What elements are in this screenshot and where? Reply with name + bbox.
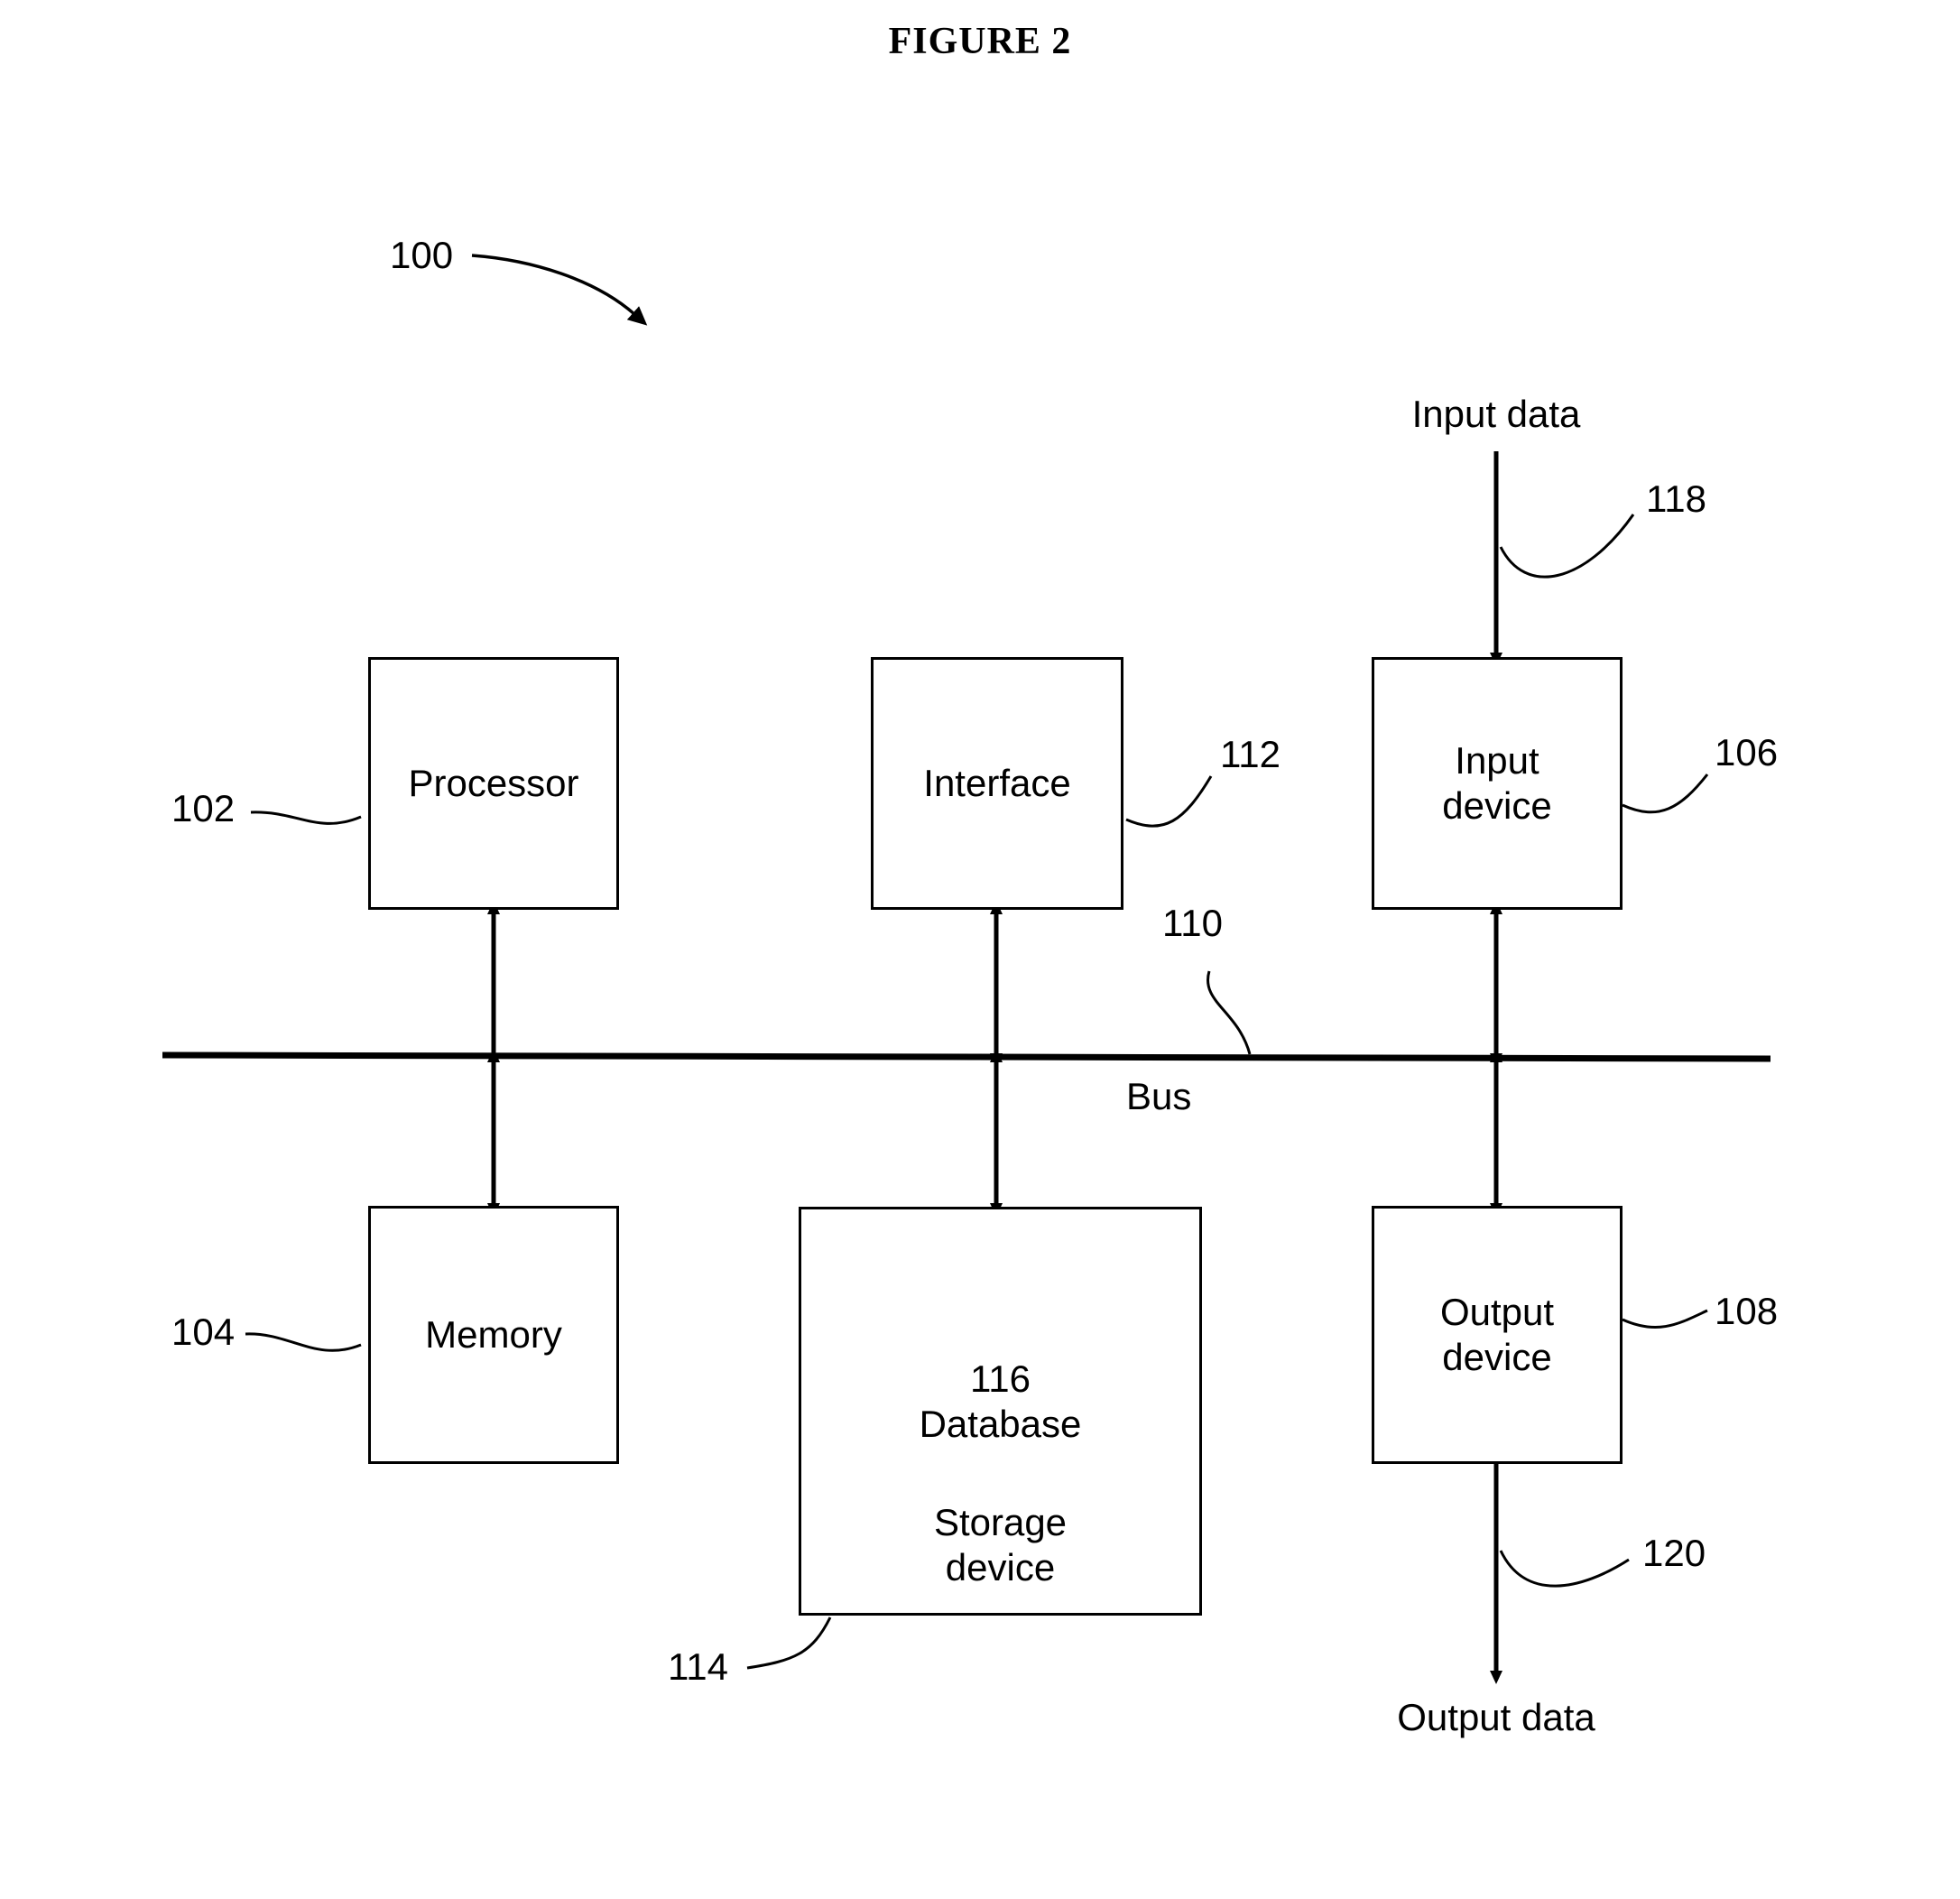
bus-ref-leader — [1207, 970, 1252, 1055]
node-memory-label: Memory — [425, 1313, 562, 1357]
figure-canvas: FIGURE 2 100 Processor 102 Interface 112… — [0, 0, 1960, 1899]
node-output-device[interactable]: Output device — [1372, 1206, 1623, 1464]
node-storage-device[interactable]: 116 Database Storage device — [799, 1207, 1202, 1616]
database-label: 116 Database — [919, 1357, 1082, 1446]
input-data-label: Input data — [1411, 393, 1581, 435]
node-processor[interactable]: Processor — [368, 657, 619, 910]
node-interface-label: Interface — [923, 762, 1071, 805]
bus-line — [162, 1051, 1771, 1062]
node-output-device-label: Output device — [1439, 1291, 1555, 1378]
node-memory[interactable]: Memory — [368, 1206, 619, 1464]
ref-leader-processor — [250, 811, 362, 825]
ref-leader-storage-device — [746, 1616, 832, 1670]
ref-number-input-device: 106 — [1715, 731, 1779, 773]
node-processor-label: Processor — [408, 762, 579, 805]
node-input-device-label: Input device — [1442, 739, 1552, 827]
ref-number-memory: 104 — [171, 1311, 236, 1353]
ref-number-processor: 102 — [171, 787, 236, 829]
system-ref-number: 100 — [390, 234, 454, 276]
ref-number-input-data: 118 — [1646, 477, 1706, 520]
system-ref-leader — [471, 254, 648, 326]
output-data-ref-leader — [1499, 1550, 1630, 1588]
bus-label: Bus — [1126, 1075, 1192, 1117]
node-input-device[interactable]: Input device — [1372, 657, 1623, 910]
ref-leader-interface — [1125, 775, 1213, 828]
ref-leader-output-device — [1622, 1309, 1708, 1329]
output-data-label: Output data — [1397, 1696, 1595, 1738]
ref-number-interface: 112 — [1220, 733, 1280, 775]
input-data-ref-leader — [1499, 514, 1635, 579]
node-storage-device-label: Storage device — [933, 1501, 1068, 1589]
ref-leader-input-device — [1622, 773, 1709, 814]
node-interface[interactable]: Interface — [871, 657, 1123, 910]
ref-leader-memory — [245, 1332, 362, 1352]
ref-number-output-data: 120 — [1642, 1532, 1706, 1574]
ref-number-bus: 110 — [1162, 902, 1223, 944]
ref-number-output-device: 108 — [1715, 1290, 1779, 1332]
ref-number-storage-device: 114 — [668, 1645, 728, 1688]
